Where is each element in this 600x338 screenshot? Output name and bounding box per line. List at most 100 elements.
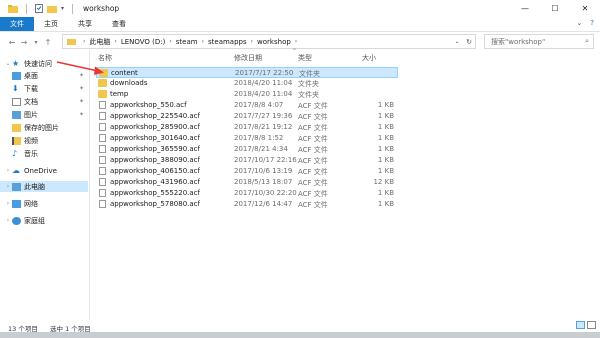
collapse-icon[interactable]: ⌄ (4, 60, 12, 67)
file-type: ACF 文件 (298, 201, 328, 209)
maximize-button[interactable]: ☐ (540, 0, 570, 17)
file-name: appworkshop_406150.acf (110, 167, 200, 175)
address-dropdown-icon[interactable]: ⌄ (451, 38, 463, 45)
file-row[interactable]: appworkshop_578080.acf 2017/12/6 14:47 A… (96, 199, 398, 210)
nav-label: 桌面 (24, 71, 38, 80)
tab-file[interactable]: 文件 (0, 17, 34, 31)
column-type[interactable]: 类型 (298, 53, 312, 63)
address-bar[interactable]: › 此电脑 › LENOVO (D:) › steam › steamapps … (62, 34, 476, 49)
nav-item-onedrive[interactable]: › ☁ OneDrive (0, 165, 88, 176)
file-row[interactable]: appworkshop_365590.acf 2017/8/21 4:34 AC… (96, 144, 398, 155)
nav-item-downloads[interactable]: ⬇ 下载 ✦ (0, 83, 88, 94)
expand-icon[interactable]: › (4, 217, 12, 224)
nav-item-quick-access[interactable]: ⌄ ★ 快速访问 (0, 58, 88, 69)
up-button[interactable]: ↑ (42, 38, 54, 47)
back-button[interactable]: ← (6, 38, 18, 47)
details-view-icon[interactable] (576, 321, 585, 329)
file-row[interactable]: appworkshop_225540.acf 2017/7/27 19:36 A… (96, 111, 398, 122)
nav-item-desktop[interactable]: 桌面 ✦ (0, 70, 88, 81)
pane-splitter[interactable] (89, 50, 90, 320)
file-icon (99, 178, 106, 186)
file-name: appworkshop_388090.acf (110, 156, 200, 164)
pin-icon: ✦ (78, 72, 84, 79)
file-row[interactable]: appworkshop_388090.acf 2017/10/17 22:16 … (96, 155, 398, 166)
nav-item-network[interactable]: › 网络 (0, 198, 88, 209)
refresh-icon[interactable]: ↻ (463, 38, 475, 46)
help-icon[interactable]: ? (590, 19, 594, 27)
expand-icon[interactable]: › (4, 200, 12, 207)
tab-home[interactable]: 主页 (34, 17, 68, 31)
file-type: ACF 文件 (298, 124, 328, 132)
expand-icon[interactable]: › (4, 167, 12, 174)
nav-item-videos[interactable]: 视频 (0, 135, 88, 146)
minimize-button[interactable]: — (510, 0, 540, 17)
breadcrumb-workshop[interactable]: workshop (257, 38, 291, 46)
tab-view[interactable]: 查看 (102, 17, 136, 31)
column-size[interactable]: 大小 (362, 53, 376, 63)
new-folder-icon[interactable] (47, 5, 57, 13)
nav-item-homegroup[interactable]: › 家庭组 (0, 215, 88, 226)
tab-share[interactable]: 共享 (68, 17, 102, 31)
file-row[interactable]: temp 2018/4/20 11:04 文件夹 (96, 89, 398, 100)
music-icon: ♪ (12, 148, 18, 158)
homegroup-icon (12, 216, 21, 225)
file-list: ^ 名称 修改日期 类型 大小 content 2017/7/17 22:50 … (92, 48, 600, 318)
pin-icon: ✦ (78, 111, 84, 118)
breadcrumb-steam[interactable]: steam (176, 38, 198, 46)
desktop-icon (12, 71, 21, 80)
recent-locations-icon[interactable]: ▾ (30, 39, 42, 46)
star-icon: ★ (12, 58, 20, 68)
nav-label: 视频 (24, 136, 38, 145)
file-icon (99, 134, 106, 142)
background-strip (0, 332, 600, 338)
file-name: temp (110, 90, 129, 98)
window-title: workshop (83, 4, 120, 13)
file-row[interactable]: downloads 2018/4/20 11:04 文件夹 (96, 78, 398, 89)
pin-icon: ✦ (78, 85, 84, 92)
nav-item-music[interactable]: ♪ 音乐 (0, 148, 88, 159)
file-size: 1 KB (377, 156, 394, 164)
file-row[interactable]: appworkshop_431960.acf 2018/5/13 18:07 A… (96, 177, 398, 188)
sort-caret-icon: ^ (292, 48, 298, 55)
file-row[interactable]: content 2017/7/17 22:50 文件夹 (96, 67, 398, 78)
file-date: 2017/7/27 19:36 (234, 112, 293, 120)
document-icon (12, 97, 21, 106)
breadcrumb-this-pc[interactable]: 此电脑 (89, 37, 110, 47)
large-icons-view-icon[interactable] (587, 321, 596, 329)
file-type: ACF 文件 (298, 190, 328, 198)
expand-ribbon-icon[interactable]: ⌄ (576, 19, 582, 27)
file-date: 2017/8/8 4:07 (234, 101, 284, 109)
quick-access-dropdown-icon[interactable]: ▾ (61, 5, 64, 12)
nav-item-saved-pictures[interactable]: 保存的图片 (0, 122, 88, 133)
file-row[interactable]: appworkshop_301640.acf 2017/8/8 1:52 ACF… (96, 133, 398, 144)
file-row[interactable]: appworkshop_550.acf 2017/8/8 4:07 ACF 文件… (96, 100, 398, 111)
search-input[interactable]: 搜索"workshop" ⌕ (484, 34, 594, 49)
file-type: ACF 文件 (298, 135, 328, 143)
breadcrumb-drive[interactable]: LENOVO (D:) (121, 38, 166, 46)
column-date[interactable]: 修改日期 (234, 53, 262, 63)
column-name[interactable]: 名称 (98, 53, 112, 63)
file-size: 1 KB (377, 200, 394, 208)
file-date: 2017/12/6 14:47 (234, 200, 293, 208)
search-placeholder: 搜索"workshop" (491, 37, 546, 46)
nav-item-pictures[interactable]: 图片 ✦ (0, 109, 88, 120)
forward-button[interactable]: → (18, 38, 30, 47)
file-date: 2017/8/21 19:12 (234, 123, 293, 131)
file-size: 1 KB (377, 101, 394, 109)
nav-item-this-pc[interactable]: › 此电脑 (0, 181, 88, 192)
file-type: ACF 文件 (298, 157, 328, 165)
file-row[interactable]: appworkshop_555220.acf 2017/10/30 22:20 … (96, 188, 398, 199)
expand-icon[interactable]: › (4, 183, 12, 190)
file-date: 2018/4/20 11:04 (234, 90, 293, 98)
close-button[interactable]: ✕ (570, 0, 600, 17)
nav-item-documents[interactable]: 文档 ✦ (0, 96, 88, 107)
file-date: 2018/4/20 11:04 (234, 79, 293, 87)
properties-icon[interactable] (35, 4, 43, 13)
breadcrumb-steamapps[interactable]: steamapps (208, 38, 247, 46)
file-size: 1 KB (377, 134, 394, 142)
file-icon (99, 189, 106, 197)
file-row[interactable]: appworkshop_406150.acf 2017/10/6 13:19 A… (96, 166, 398, 177)
file-row[interactable]: appworkshop_285900.acf 2017/8/21 19:12 A… (96, 122, 398, 133)
folder-icon (67, 39, 76, 45)
file-date: 2017/10/6 13:19 (234, 167, 293, 175)
